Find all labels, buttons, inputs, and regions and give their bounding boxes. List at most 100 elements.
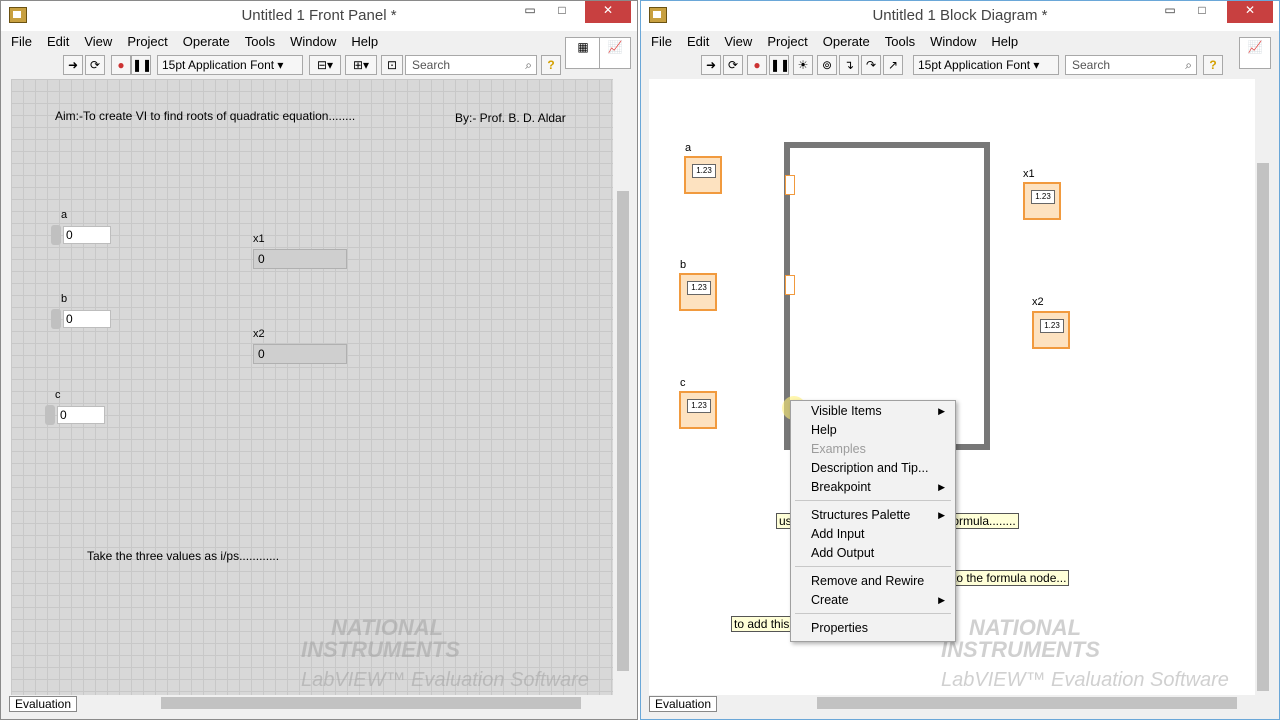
minimize-button[interactable]: ▭ [1155, 1, 1185, 23]
menu-window[interactable]: Window [290, 34, 336, 49]
run-continuous-icon[interactable]: ⟳ [723, 55, 743, 75]
numeric-terminal-icon: 1.23 [1040, 319, 1064, 333]
font-selector[interactable]: 15pt Application Font ▾ [913, 55, 1059, 75]
increment-decrement-icon[interactable] [51, 225, 61, 245]
terminal-c[interactable]: 1.23 [679, 391, 717, 429]
search-input[interactable]: Search ⌕ [1065, 55, 1197, 75]
menu-file[interactable]: File [651, 34, 672, 49]
menu-operate[interactable]: Operate [823, 34, 870, 49]
indicator-x1-label: x1 [253, 233, 265, 245]
step-into-icon[interactable]: ↴ [839, 55, 859, 75]
menu-operate[interactable]: Operate [183, 34, 230, 49]
menu-item-breakpoint[interactable]: Breakpoint [811, 480, 871, 494]
aim-text: Aim:-To create VI to find roots of quadr… [55, 109, 356, 123]
abort-icon[interactable]: ● [747, 55, 767, 75]
retain-wire-values-icon[interactable]: ⊚ [817, 55, 837, 75]
maximize-button[interactable]: □ [547, 1, 577, 23]
font-selector[interactable]: 15pt Application Font ▾ [157, 55, 303, 75]
terminal-b[interactable]: 1.23 [679, 273, 717, 311]
menu-tools[interactable]: Tools [245, 34, 275, 49]
maximize-button[interactable]: □ [1187, 1, 1217, 23]
pause-icon[interactable]: ❚❚ [769, 55, 790, 75]
scroll-thumb[interactable] [817, 697, 1237, 709]
menu-item-add-output[interactable]: Add Output [811, 546, 874, 560]
search-icon: ⌕ [525, 58, 532, 72]
menu-edit[interactable]: Edit [687, 34, 709, 49]
scroll-thumb[interactable] [617, 191, 629, 671]
search-input[interactable]: Search ⌕ [405, 55, 537, 75]
distribute-objects-icon[interactable]: ⊞▾ [345, 55, 377, 75]
menu-separator [795, 500, 951, 501]
close-button[interactable]: ✕ [1227, 1, 1273, 23]
menu-item-structures-palette[interactable]: Structures Palette [811, 508, 910, 522]
tip-label: to the formula node... [950, 570, 1070, 586]
menu-tools[interactable]: Tools [885, 34, 915, 49]
menu-view[interactable]: View [84, 34, 112, 49]
scroll-thumb[interactable] [161, 697, 581, 709]
increment-decrement-icon[interactable] [51, 309, 61, 329]
search-icon: ⌕ [1185, 58, 1192, 72]
menu-item-add-input[interactable]: Add Input [811, 527, 865, 541]
control-b-value[interactable]: 0 [63, 310, 111, 328]
menu-window[interactable]: Window [930, 34, 976, 49]
front-panel-canvas[interactable] [11, 79, 613, 697]
title-bar[interactable]: Untitled 1 Front Panel * ▭ □ ✕ [1, 1, 637, 31]
step-out-icon[interactable]: ↗ [883, 55, 903, 75]
vertical-scrollbar[interactable] [1255, 79, 1271, 697]
pause-icon[interactable]: ❚❚ [131, 55, 152, 75]
horizontal-scrollbar[interactable]: Evaluation [641, 695, 1279, 712]
close-button[interactable]: ✕ [585, 1, 631, 23]
step-over-icon[interactable]: ↷ [861, 55, 881, 75]
formula-node-input-tunnel[interactable] [785, 275, 795, 295]
menu-item-description-tip[interactable]: Description and Tip... [811, 461, 928, 475]
vertical-scrollbar[interactable] [615, 79, 631, 697]
control-b[interactable]: 0 [51, 309, 113, 329]
menu-project[interactable]: Project [127, 34, 167, 49]
vi-icon[interactable]: 📈 [1239, 37, 1271, 69]
menu-item-remove-rewire[interactable]: Remove and Rewire [811, 574, 924, 588]
menu-view[interactable]: View [724, 34, 752, 49]
control-a-value[interactable]: 0 [63, 226, 111, 244]
control-c-value[interactable]: 0 [57, 406, 105, 424]
terminal-x2-label: x2 [1032, 296, 1044, 308]
menu-item-visible-items[interactable]: Visible Items [811, 404, 882, 418]
resize-objects-icon[interactable]: ⊡ [381, 55, 403, 75]
highlight-execution-icon[interactable]: ☀ [793, 55, 813, 75]
menu-separator [795, 566, 951, 567]
run-arrow-icon[interactable]: ➜ [63, 55, 83, 75]
formula-node-input-tunnel[interactable] [785, 175, 795, 195]
terminal-a[interactable]: 1.23 [684, 156, 722, 194]
abort-icon[interactable]: ● [111, 55, 131, 75]
menu-item-label: Add Input [811, 527, 865, 541]
control-c[interactable]: 0 [45, 405, 107, 425]
menu-item-create[interactable]: Create [811, 593, 849, 607]
connector-pane-icon[interactable]: ▦ [565, 37, 601, 69]
terminal-x1[interactable]: 1.23 [1023, 182, 1061, 220]
run-continuous-icon[interactable]: ⟳ [85, 55, 105, 75]
increment-decrement-icon[interactable] [45, 405, 55, 425]
menu-item-label: Properties [811, 621, 868, 635]
title-bar[interactable]: Untitled 1 Block Diagram * ▭ □ ✕ [641, 1, 1279, 31]
menu-project[interactable]: Project [767, 34, 807, 49]
vi-icon[interactable]: 📈 [599, 37, 631, 69]
menu-item-properties[interactable]: Properties [811, 621, 868, 635]
menu-item-help[interactable]: Help [811, 423, 837, 437]
indicator-x2: 0 [253, 344, 347, 364]
minimize-button[interactable]: ▭ [515, 1, 545, 23]
terminal-x2[interactable]: 1.23 [1032, 311, 1070, 349]
context-help-icon[interactable]: ? [1203, 55, 1223, 75]
menu-help[interactable]: Help [351, 34, 378, 49]
scroll-thumb[interactable] [1257, 163, 1269, 691]
align-objects-icon[interactable]: ⊟▾ [309, 55, 341, 75]
menu-item-label: Description and Tip... [811, 461, 929, 475]
run-arrow-icon[interactable]: ➜ [701, 55, 721, 75]
horizontal-scrollbar[interactable]: Evaluation [1, 695, 637, 712]
terminal-a-label: a [685, 142, 692, 154]
menu-item-label: Help [811, 423, 837, 437]
menu-help[interactable]: Help [991, 34, 1018, 49]
menu-file[interactable]: File [11, 34, 32, 49]
menu-edit[interactable]: Edit [47, 34, 69, 49]
context-help-icon[interactable]: ? [541, 55, 561, 75]
menu-item-label: Structures Palette [811, 508, 911, 522]
control-a[interactable]: 0 [51, 225, 113, 245]
